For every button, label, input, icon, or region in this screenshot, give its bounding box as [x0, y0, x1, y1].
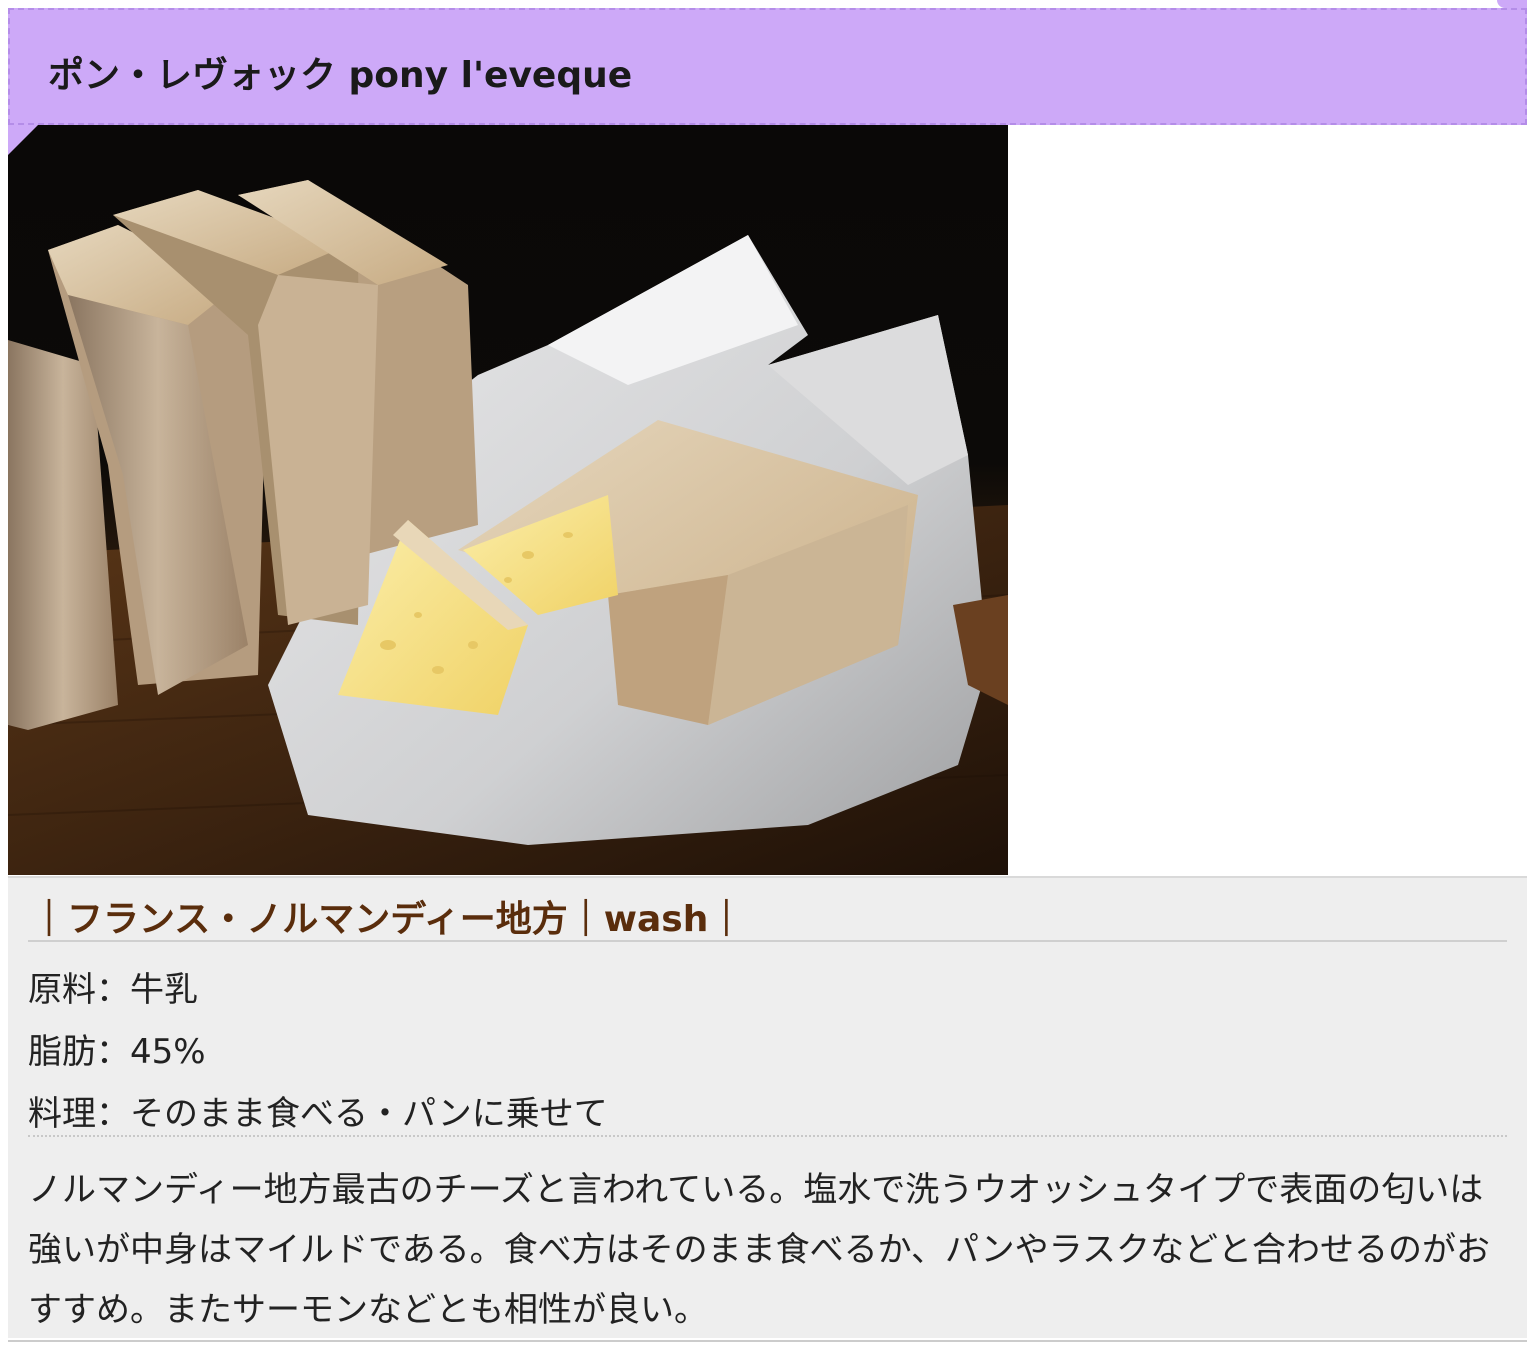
- heading-corner-tab: [8, 125, 38, 155]
- origin-type-line: ｜フランス・ノルマンディー地方｜wash｜: [31, 899, 745, 940]
- cheese-heading: ポン・レヴォック pony l'eveque: [8, 8, 1527, 125]
- info-divider: [28, 940, 1507, 942]
- specs-divider: [28, 1135, 1507, 1137]
- cheese-info-panel: ｜フランス・ノルマンディー地方｜wash｜ 原料：牛乳 脂肪：45% 料理：その…: [8, 876, 1527, 1338]
- heading-corner-accent: [1497, 0, 1527, 8]
- spec-fat: 脂肪：45%: [28, 1032, 206, 1072]
- cheese-description: ノルマンディー地方最古のチーズと言われている。塩水で洗うウオッシュタイプで表面の…: [28, 1170, 1490, 1330]
- cheese-photo: [8, 125, 1008, 875]
- cheese-title: ポン・レヴォック pony l'eveque: [48, 55, 633, 96]
- bottom-divider: [8, 1340, 1527, 1342]
- spec-cuisine: 料理：そのまま食べる・パンに乗せて: [28, 1094, 608, 1134]
- spec-ingredient: 原料：牛乳: [28, 970, 198, 1010]
